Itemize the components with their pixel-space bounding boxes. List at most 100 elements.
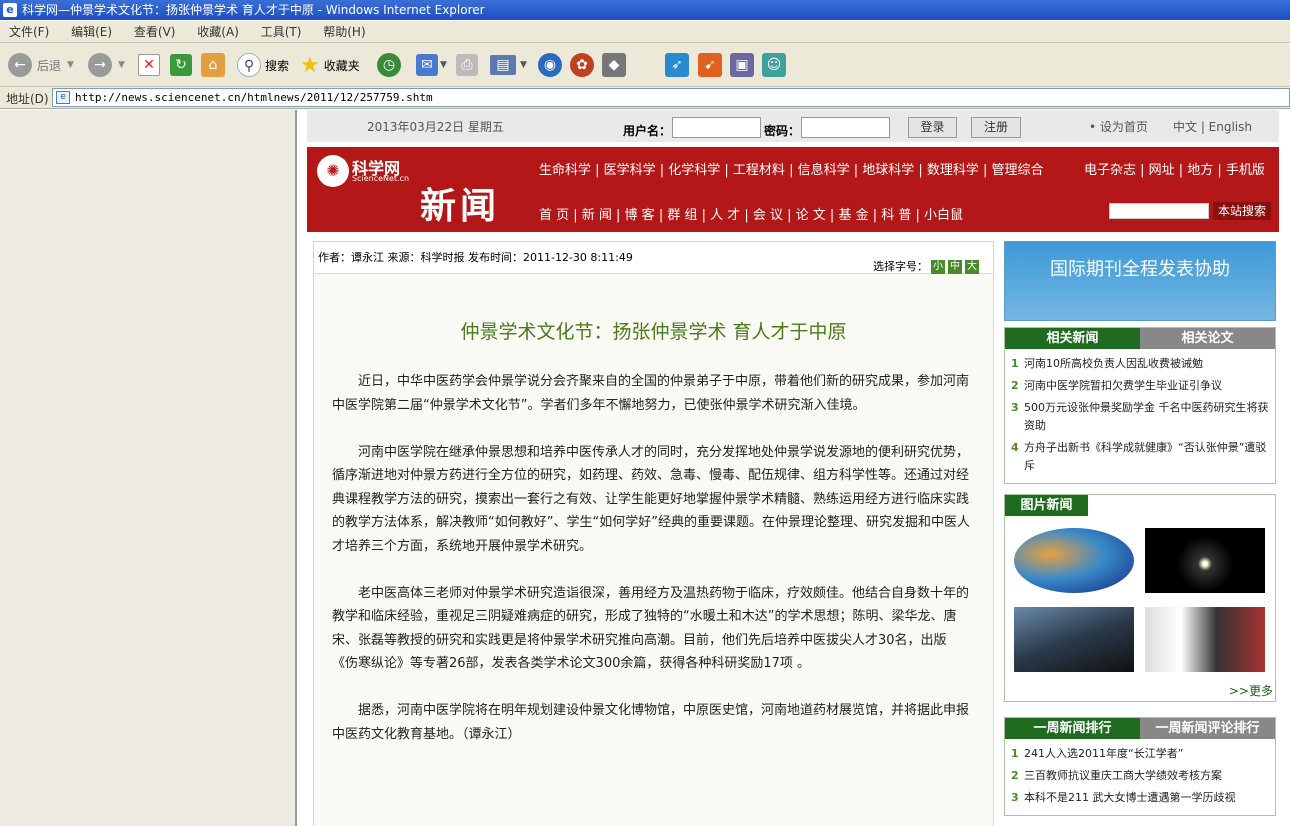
site-search-input[interactable]	[1109, 203, 1209, 219]
font-small-button[interactable]: 小	[931, 260, 945, 274]
main-nav[interactable]: 首 页 | 新 闻 | 博 客 | 群 组 | 人 才 | 会 议 | 论 文 …	[539, 204, 963, 223]
right-sidebar: 国际期刊全程发表协助 相关新闻 相关论文 1 河南10所高校负责人因乱收费被诫勉 …	[1004, 241, 1276, 816]
photo-spaceship[interactable]	[1014, 607, 1134, 672]
font-size-selector: 选择字号： 小 中 大	[873, 260, 979, 274]
photo-masks[interactable]	[1145, 607, 1265, 672]
menu-view[interactable]: 查看(V)	[125, 21, 185, 43]
top-strip: 2013年03月22日 星期五 用户名： 密码： 登录 注册 • 设为首页 中文…	[307, 110, 1279, 142]
username-input[interactable]	[672, 117, 761, 138]
plugin-button-2[interactable]: ➹	[698, 51, 722, 79]
messenger-button[interactable]: ✿	[570, 51, 594, 79]
plugin-button-1[interactable]: ➶	[665, 51, 689, 79]
home-icon: ⌂	[201, 53, 225, 77]
address-input[interactable]: e http://news.sciencenet.cn/htmlnews/201…	[52, 88, 1290, 107]
article-paragraph: 河南中医学院在继承仲景思想和培养中医传承人才的同时，充分发挥地处仲景学说发源地的…	[332, 444, 970, 554]
login-button[interactable]: 登录	[908, 117, 957, 138]
menu-favorites[interactable]: 收藏(A)	[188, 21, 248, 43]
forward-arrow-icon: →	[88, 53, 112, 77]
list-item[interactable]: 2 三百教师抗议重庆工商大学绩效考核方案	[1011, 767, 1271, 785]
messenger-icon: ✿	[570, 53, 594, 77]
article-panel: 作者：谭永江 来源：科学时报 发布时间：2011-12-30 8:11:49 选…	[313, 241, 994, 826]
research-button[interactable]: ◆	[602, 51, 626, 79]
article-title: 仲景学术文化节：扬张仲景学术 育人才于中原	[460, 321, 847, 343]
article-meta: 作者：谭永江 来源：科学时报 发布时间：2011-12-30 8:11:49 选…	[314, 242, 993, 274]
print-button[interactable]: ⎙	[456, 51, 478, 79]
address-url: http://news.sciencenet.cn/htmlnews/2011/…	[75, 91, 433, 104]
search-icon: ⚲	[237, 53, 261, 77]
back-button[interactable]: ← 后退 ▼	[8, 51, 74, 79]
article-byline: 作者：谭永江 来源：科学时报 发布时间：2011-12-30 8:11:49	[318, 251, 633, 264]
tab-weekly-news[interactable]: 一周新闻排行	[1005, 718, 1140, 739]
refresh-button[interactable]: ↻	[170, 51, 192, 79]
bird-icon: ➶	[665, 53, 689, 77]
rocket-icon: ➹	[698, 53, 722, 77]
list-item[interactable]: 2 河南中医学院暂扣欠费学生毕业证引争议	[1011, 377, 1271, 395]
page-content: 2013年03月22日 星期五 用户名： 密码： 登录 注册 • 设为首页 中文…	[299, 110, 1290, 826]
tab-weekly-comments[interactable]: 一周新闻评论排行	[1140, 718, 1275, 739]
article-body: 近日，中华中医药学会仲景学说分会齐聚来自的全国的仲景弟子于中原，带着他们新的研究…	[332, 370, 972, 770]
ad-banner[interactable]: 国际期刊全程发表协助	[1004, 241, 1276, 321]
window-title: 科学网—仲景学术文化节：扬张仲景学术 育人才于中原 - Windows Inte…	[22, 3, 485, 17]
site-banner: ✺ 科学网 ScienceNet.cn 新闻 生命科学 | 医学科学 | 化学科…	[307, 147, 1279, 232]
list-item[interactable]: 3 500万元设张仲景奖励学金 千名中医药研究生将获资助	[1011, 399, 1271, 435]
section-title: 新闻	[420, 186, 501, 227]
tab-photo-news[interactable]: 图片新闻	[1005, 495, 1088, 516]
list-item[interactable]: 1 河南10所高校负责人因乱收费被诫勉	[1011, 355, 1271, 373]
toolbar: ← 后退 ▼ → ▼ ✕ ↻ ⌂ ⚲ 搜索 ★ 收藏夹 ◷ ✉ ▼ ⎙ ▤ ▼ …	[0, 43, 1290, 87]
photo-star[interactable]	[1145, 528, 1265, 593]
register-button[interactable]: 注册	[971, 117, 1021, 138]
history-icon: ◷	[377, 53, 401, 77]
page-icon: e	[56, 91, 70, 104]
set-homepage-link[interactable]: • 设为首页	[1089, 118, 1148, 135]
toolbox-icon: ▣	[730, 53, 754, 77]
photo-cmb-map[interactable]	[1014, 528, 1134, 593]
star-icon: ★	[300, 52, 320, 78]
menu-bar: 文件(F) 编辑(E) 查看(V) 收藏(A) 工具(T) 帮助(H)	[0, 21, 1290, 43]
chevron-down-icon[interactable]: ▼	[67, 60, 74, 70]
site-search-button[interactable]: 本站搜索	[1213, 202, 1271, 220]
forward-button[interactable]: → ▼	[88, 51, 125, 79]
discuss-button[interactable]: ◉	[538, 51, 562, 79]
menu-help[interactable]: 帮助(H)	[314, 21, 374, 43]
print-icon: ⎙	[456, 54, 478, 76]
list-item[interactable]: 1 241人入选2011年度“长江学者”	[1011, 745, 1271, 763]
site-logo[interactable]: ✺ 科学网 ScienceNet.cn	[317, 155, 412, 187]
article-paragraph: 近日，中华中医药学会仲景学说分会齐聚来自的全国的仲景弟子于中原，带着他们新的研究…	[332, 374, 970, 413]
tab-related-papers[interactable]: 相关论文	[1140, 328, 1275, 349]
plugin-button-3[interactable]: ▣	[730, 51, 754, 79]
chevron-down-icon[interactable]: ▼	[440, 60, 447, 70]
edit-button[interactable]: ▤ ▼	[490, 51, 527, 79]
password-input[interactable]	[801, 117, 890, 138]
chevron-down-icon[interactable]: ▼	[520, 60, 527, 70]
ranking-panel: 一周新闻排行 一周新闻评论排行 1 241人入选2011年度“长江学者” 2 三百教…	[1004, 717, 1276, 816]
menu-tools[interactable]: 工具(T)	[252, 21, 311, 43]
tab-related-news[interactable]: 相关新闻	[1005, 328, 1140, 349]
logo-icon: ✺	[317, 155, 349, 187]
current-date: 2013年03月22日 星期五	[367, 120, 504, 134]
more-photos-link[interactable]: >>更多	[1229, 682, 1273, 699]
stop-button[interactable]: ✕	[138, 51, 160, 79]
extra-nav[interactable]: 电子杂志 | 网址 | 地方 | 手机版	[1084, 159, 1265, 178]
font-large-button[interactable]: 大	[965, 260, 979, 274]
menu-file[interactable]: 文件(F)	[0, 21, 58, 43]
menu-edit[interactable]: 编辑(E)	[62, 21, 121, 43]
left-pane	[0, 110, 297, 826]
address-label: 地址(D)	[6, 92, 49, 106]
address-bar: 地址(D) e http://news.sciencenet.cn/htmlne…	[0, 87, 1290, 109]
font-medium-button[interactable]: 中	[948, 260, 962, 274]
plugin-button-4[interactable]: ☺	[762, 51, 786, 79]
back-arrow-icon: ←	[8, 53, 32, 77]
home-button[interactable]: ⌂	[201, 51, 225, 79]
mail-button[interactable]: ✉ ▼	[416, 51, 447, 79]
ie-logo-icon: e	[3, 3, 17, 17]
history-button[interactable]: ◷	[377, 51, 401, 79]
edit-icon: ▤	[490, 55, 516, 75]
language-links[interactable]: 中文 | English	[1173, 118, 1252, 135]
category-nav[interactable]: 生命科学 | 医学科学 | 化学科学 | 工程材料 | 信息科学 | 地球科学 …	[539, 159, 1044, 178]
list-item[interactable]: 4 方舟子出新书《科学成就健康》“否认张仲景”遭驳斥	[1011, 439, 1271, 475]
favorites-button[interactable]: ★ 收藏夹	[300, 51, 360, 79]
search-button[interactable]: ⚲ 搜索	[237, 51, 289, 79]
list-item[interactable]: 3 本科不是211 武大女博士遭遇第一学历歧视	[1011, 789, 1271, 807]
chevron-down-icon[interactable]: ▼	[118, 60, 125, 70]
article-paragraph: 老中医高体三老师对仲景学术研究造诣很深，善用经方及温热药物于临床，疗效颇佳。他结…	[332, 585, 970, 672]
